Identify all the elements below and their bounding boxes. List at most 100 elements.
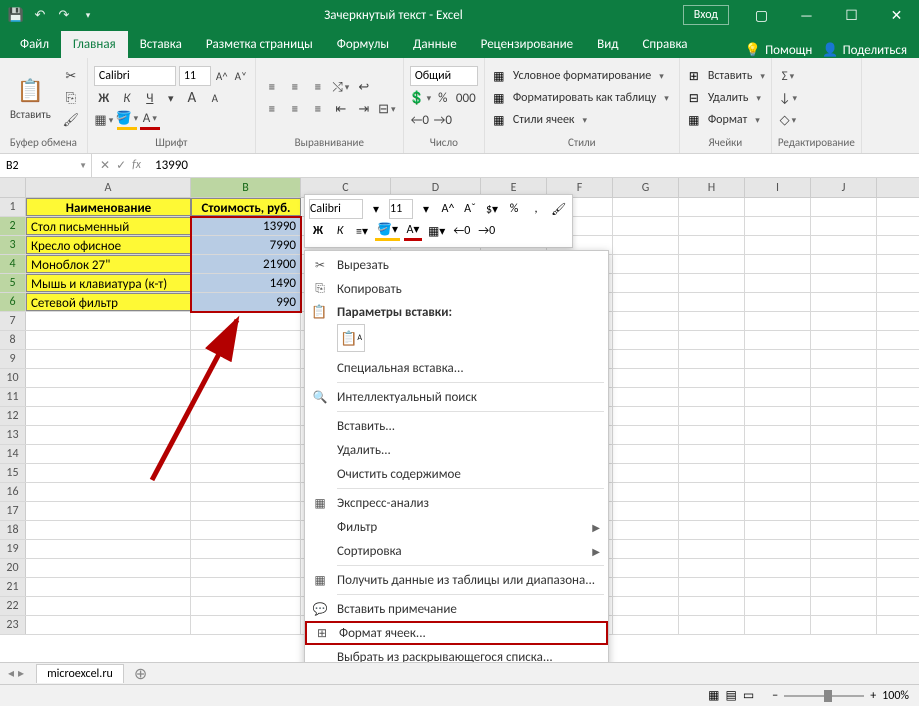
font-name-input[interactable] <box>94 66 176 86</box>
formula-input[interactable]: 13990 <box>149 158 919 173</box>
cell-H23[interactable] <box>679 616 745 634</box>
cell-G12[interactable] <box>613 407 679 425</box>
cell-B14[interactable] <box>191 445 301 463</box>
cell-B8[interactable] <box>191 331 301 349</box>
cell-A21[interactable] <box>26 578 191 596</box>
name-box[interactable]: B2▼ <box>0 154 92 177</box>
cell-I11[interactable] <box>745 388 811 406</box>
tab-formulas[interactable]: Формулы <box>325 31 401 58</box>
cell-G13[interactable] <box>613 426 679 444</box>
row-header[interactable]: 13 <box>0 426 26 444</box>
cell-B18[interactable] <box>191 521 301 539</box>
col-header-J[interactable]: J <box>811 178 877 197</box>
sheet-next-icon[interactable]: ▸ <box>18 666 24 681</box>
cell-H4[interactable] <box>679 255 745 273</box>
cell-A1[interactable]: Наименование <box>26 198 191 216</box>
fx-confirm-icon[interactable]: ✓ <box>116 158 126 173</box>
share-button[interactable]: 👤Поделиться <box>822 43 907 58</box>
ctx-cut[interactable]: ✂Вырезать <box>305 253 608 277</box>
col-header-A[interactable]: A <box>26 178 191 197</box>
cell-I14[interactable] <box>745 445 811 463</box>
cell-H17[interactable] <box>679 502 745 520</box>
cell-H11[interactable] <box>679 388 745 406</box>
cell-H18[interactable] <box>679 521 745 539</box>
cell-J8[interactable] <box>811 331 877 349</box>
mini-fill-icon[interactable]: 🪣▾ <box>375 221 400 241</box>
row-header[interactable]: 2 <box>0 217 26 235</box>
cell-B1[interactable]: Стоимость, руб. <box>191 198 301 216</box>
indent-dec-icon[interactable]: ⇤ <box>331 99 351 119</box>
view-break-icon[interactable]: ▭ <box>743 688 754 703</box>
row-header[interactable]: 4 <box>0 255 26 273</box>
mini-font-name[interactable] <box>309 199 363 219</box>
paste-default-icon[interactable]: 📋А <box>337 324 365 352</box>
cell-G2[interactable] <box>613 217 679 235</box>
cell-J17[interactable] <box>811 502 877 520</box>
ribbon-options-icon[interactable]: ▢ <box>739 0 784 30</box>
sheet-prev-icon[interactable]: ◂ <box>8 666 14 681</box>
row-header[interactable]: 3 <box>0 236 26 254</box>
row-header[interactable]: 15 <box>0 464 26 482</box>
cell-A15[interactable] <box>26 464 191 482</box>
ctx-insert[interactable]: Вставить... <box>305 414 608 438</box>
italic-button[interactable]: К <box>117 88 137 108</box>
cell-A3[interactable]: Кресло офисное <box>26 236 191 254</box>
cut-icon[interactable]: ✂ <box>61 66 81 86</box>
align-right-icon[interactable]: ≡ <box>308 99 328 119</box>
font-color-icon[interactable]: А▾ <box>140 110 160 130</box>
cell-A16[interactable] <box>26 483 191 501</box>
cell-G23[interactable] <box>613 616 679 634</box>
mini-font-size[interactable] <box>389 199 413 219</box>
cell-B12[interactable] <box>191 407 301 425</box>
zoom-level[interactable]: 100% <box>882 689 909 703</box>
close-icon[interactable]: ✕ <box>874 0 919 30</box>
cell-B9[interactable] <box>191 350 301 368</box>
row-header[interactable]: 12 <box>0 407 26 425</box>
tab-insert[interactable]: Вставка <box>128 31 194 58</box>
cell-B6[interactable]: 990 <box>191 293 301 311</box>
cell-J2[interactable] <box>811 217 877 235</box>
number-format-select[interactable] <box>410 66 478 86</box>
cells-format-button[interactable]: ▦Формат▾ <box>686 111 765 129</box>
cell-J19[interactable] <box>811 540 877 558</box>
cell-J6[interactable] <box>811 293 877 311</box>
fx-cancel-icon[interactable]: ✕ <box>100 158 110 173</box>
save-icon[interactable]: 💾 <box>8 7 24 23</box>
cell-H21[interactable] <box>679 578 745 596</box>
ctx-copy[interactable]: ⎘Копировать <box>305 277 608 301</box>
row-header[interactable]: 22 <box>0 597 26 615</box>
cell-J14[interactable] <box>811 445 877 463</box>
tab-layout[interactable]: Разметка страницы <box>194 31 325 58</box>
ctx-paste-special[interactable]: Специальная вставка... <box>305 356 608 380</box>
cell-G15[interactable] <box>613 464 679 482</box>
cell-B16[interactable] <box>191 483 301 501</box>
fill-icon[interactable]: ↓▾ <box>778 88 798 108</box>
cell-J16[interactable] <box>811 483 877 501</box>
cell-G11[interactable] <box>613 388 679 406</box>
cell-J5[interactable] <box>811 274 877 292</box>
cell-H5[interactable] <box>679 274 745 292</box>
col-header-B[interactable]: B <box>191 178 301 197</box>
col-header-G[interactable]: G <box>613 178 679 197</box>
cell-H7[interactable] <box>679 312 745 330</box>
cell-B5[interactable]: 1490 <box>191 274 301 292</box>
cells-insert-button[interactable]: ⊞Вставить▾ <box>686 67 765 85</box>
cell-B19[interactable] <box>191 540 301 558</box>
sheet-tab[interactable]: microexcel.ru <box>36 664 124 683</box>
cell-H10[interactable] <box>679 369 745 387</box>
cell-A14[interactable] <box>26 445 191 463</box>
zoom-in-icon[interactable]: + <box>870 689 876 703</box>
cell-I12[interactable] <box>745 407 811 425</box>
view-page-icon[interactable]: ▤ <box>726 688 737 703</box>
ctx-get-data[interactable]: ▦Получить данные из таблицы или диапазон… <box>305 568 608 592</box>
redo-icon[interactable]: ↷ <box>56 7 72 23</box>
align-center-icon[interactable]: ≡ <box>285 99 305 119</box>
cell-H6[interactable] <box>679 293 745 311</box>
cell-J1[interactable] <box>811 198 877 216</box>
cell-I17[interactable] <box>745 502 811 520</box>
wrap-text-icon[interactable]: ↩ <box>354 77 374 97</box>
cell-H22[interactable] <box>679 597 745 615</box>
row-header[interactable]: 9 <box>0 350 26 368</box>
cell-B17[interactable] <box>191 502 301 520</box>
row-header[interactable]: 20 <box>0 559 26 577</box>
